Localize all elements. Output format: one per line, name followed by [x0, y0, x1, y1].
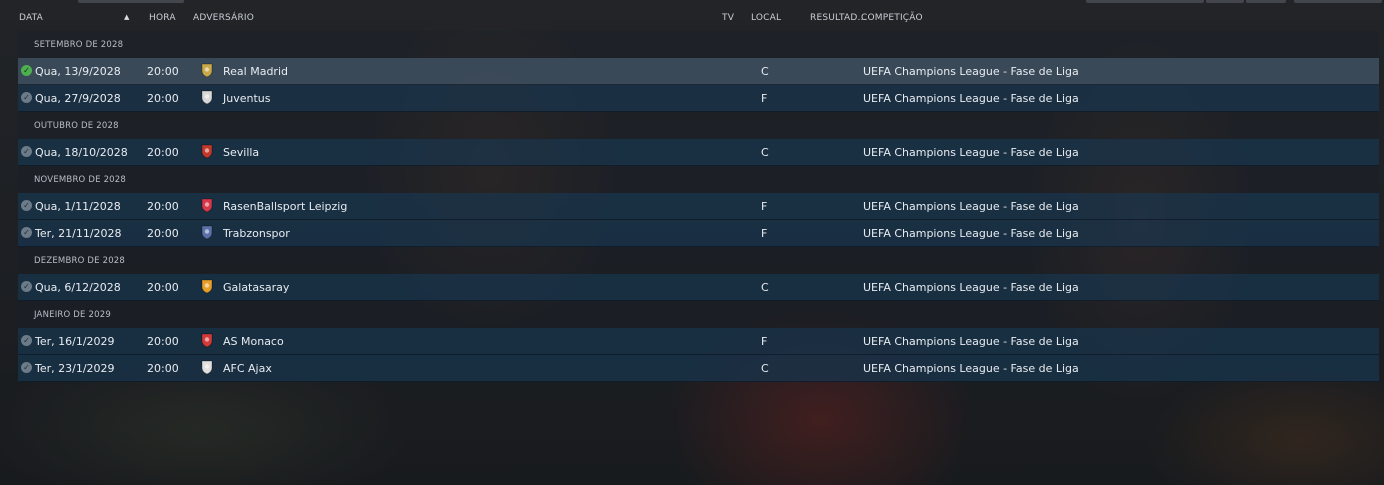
fixture-time: 20:00 — [147, 227, 179, 240]
club-crest-icon — [201, 225, 213, 240]
club-crest-icon — [201, 279, 213, 294]
fixtures-table-header: DATA ▲ HORA ADVERSÁRIO TV LOCAL RESULTAD… — [0, 8, 1384, 28]
fixture-venue: F — [761, 227, 768, 240]
fixture-date: Ter, 23/1/2029 — [35, 362, 115, 375]
club-crest-icon — [201, 144, 213, 159]
check-icon: ✓ — [21, 92, 32, 103]
fixture-venue: F — [761, 200, 768, 213]
check-icon: ✓ — [21, 200, 32, 211]
fixture-row[interactable]: ✓ Qua, 1/11/2028 20:00 RasenBallsport Leipz… — [18, 193, 1379, 220]
month-group-header: OUTUBRO DE 2028 — [18, 112, 1379, 139]
club-crest-icon — [201, 360, 213, 375]
month-label: JANEIRO DE 2029 — [34, 310, 111, 320]
month-group-header: JANEIRO DE 2029 — [18, 301, 1379, 328]
fixtures-table: SETEMBRO DE 2028 ✓ Qua, 13/9/2028 20:00 Real… — [18, 31, 1379, 382]
fixture-competition[interactable]: UEFA Champions League - Fase de Liga — [863, 362, 1079, 375]
fixture-competition[interactable]: UEFA Champions League - Fase de Liga — [863, 200, 1079, 213]
fixture-date: Ter, 16/1/2029 — [35, 335, 115, 348]
fixture-date: Qua, 13/9/2028 — [35, 65, 121, 78]
club-crest-icon — [201, 198, 213, 213]
fixture-venue: C — [761, 362, 769, 375]
fixture-time: 20:00 — [147, 200, 179, 213]
col-tv-header[interactable]: TV — [722, 13, 734, 23]
fixture-opponent[interactable]: Sevilla — [223, 146, 259, 159]
fixture-competition[interactable]: UEFA Champions League - Fase de Liga — [863, 335, 1079, 348]
club-crest-icon — [201, 63, 213, 78]
fixture-date: Qua, 1/11/2028 — [35, 200, 121, 213]
check-icon: ✓ — [21, 65, 32, 76]
col-result-header[interactable]: RESULTAD... — [810, 13, 867, 23]
toolbar-button-stub[interactable] — [1206, 0, 1244, 3]
fixture-opponent[interactable]: Real Madrid — [223, 65, 288, 78]
month-label: DEZEMBRO DE 2028 — [34, 256, 126, 266]
fixture-venue: C — [761, 281, 769, 294]
check-icon: ✓ — [21, 146, 32, 157]
fixture-time: 20:00 — [147, 146, 179, 159]
fixture-date: Qua, 18/10/2028 — [35, 146, 128, 159]
fixture-competition[interactable]: UEFA Champions League - Fase de Liga — [863, 281, 1079, 294]
col-venue-header[interactable]: LOCAL — [751, 13, 781, 23]
month-group-header: NOVEMBRO DE 2028 — [18, 166, 1379, 193]
fixture-opponent[interactable]: Trabzonspor — [223, 227, 290, 240]
club-crest-icon — [201, 333, 213, 348]
fixture-date: Qua, 27/9/2028 — [35, 92, 121, 105]
month-label: OUTUBRO DE 2028 — [34, 121, 119, 131]
fixture-opponent[interactable]: AFC Ajax — [223, 362, 272, 375]
fixture-date: Ter, 21/11/2028 — [35, 227, 122, 240]
fixture-row[interactable]: ✓ Qua, 13/9/2028 20:00 Real Madrid C UEFA Cha… — [18, 58, 1379, 85]
fixture-row[interactable]: ✓ Ter, 16/1/2029 20:00 AS Monaco F UEFA Champ… — [18, 328, 1379, 355]
toolbar-button-stub[interactable] — [1086, 0, 1204, 3]
fixture-competition[interactable]: UEFA Champions League - Fase de Liga — [863, 227, 1079, 240]
toolbar-button-stub[interactable] — [1246, 0, 1286, 3]
toolbar-button-stub[interactable] — [1294, 0, 1382, 3]
fixture-row[interactable]: ✓ Qua, 27/9/2028 20:00 Juventus F UEFA Champi… — [18, 85, 1379, 112]
fixture-competition[interactable]: UEFA Champions League - Fase de Liga — [863, 65, 1079, 78]
fixture-competition[interactable]: UEFA Champions League - Fase de Liga — [863, 146, 1079, 159]
toolbar-button-stub[interactable] — [78, 0, 184, 3]
fixture-time: 20:00 — [147, 65, 179, 78]
fixture-opponent[interactable]: Galatasaray — [223, 281, 289, 294]
check-icon: ✓ — [21, 335, 32, 346]
col-time-header[interactable]: HORA — [149, 13, 176, 23]
month-label: NOVEMBRO DE 2028 — [34, 175, 126, 185]
club-crest-icon — [201, 90, 213, 105]
fixture-opponent[interactable]: RasenBallsport Leipzig — [223, 200, 347, 213]
check-icon: ✓ — [21, 281, 32, 292]
fixture-time: 20:00 — [147, 281, 179, 294]
col-competition-header[interactable]: COMPETIÇÃO — [861, 13, 923, 23]
check-icon: ✓ — [21, 227, 32, 238]
month-group-header: DEZEMBRO DE 2028 — [18, 247, 1379, 274]
fixture-time: 20:00 — [147, 335, 179, 348]
sort-ascending-icon: ▲ — [124, 13, 130, 21]
fixture-time: 20:00 — [147, 362, 179, 375]
fixture-venue: C — [761, 65, 769, 78]
fixture-date: Qua, 6/12/2028 — [35, 281, 121, 294]
check-icon: ✓ — [21, 362, 32, 373]
fixture-competition[interactable]: UEFA Champions League - Fase de Liga — [863, 92, 1079, 105]
fixture-opponent[interactable]: Juventus — [223, 92, 270, 105]
fixture-opponent[interactable]: AS Monaco — [223, 335, 284, 348]
col-date-header[interactable]: DATA — [19, 13, 43, 23]
fixture-row[interactable]: ✓ Ter, 23/1/2029 20:00 AFC Ajax C UEFA Champi… — [18, 355, 1379, 382]
fixture-venue: C — [761, 146, 769, 159]
fixture-venue: F — [761, 92, 768, 105]
month-group-header: SETEMBRO DE 2028 — [18, 31, 1379, 58]
fixture-row[interactable]: ✓ Qua, 18/10/2028 20:00 Sevilla C UEFA Champi… — [18, 139, 1379, 166]
fixture-time: 20:00 — [147, 92, 179, 105]
month-label: SETEMBRO DE 2028 — [34, 40, 124, 50]
col-opponent-header[interactable]: ADVERSÁRIO — [193, 13, 254, 23]
fixture-row[interactable]: ✓ Ter, 21/11/2028 20:00 Trabzonspor F UEFA Ch… — [18, 220, 1379, 247]
fixture-venue: F — [761, 335, 768, 348]
fixture-row[interactable]: ✓ Qua, 6/12/2028 20:00 Galatasaray C UEFA Cha… — [18, 274, 1379, 301]
